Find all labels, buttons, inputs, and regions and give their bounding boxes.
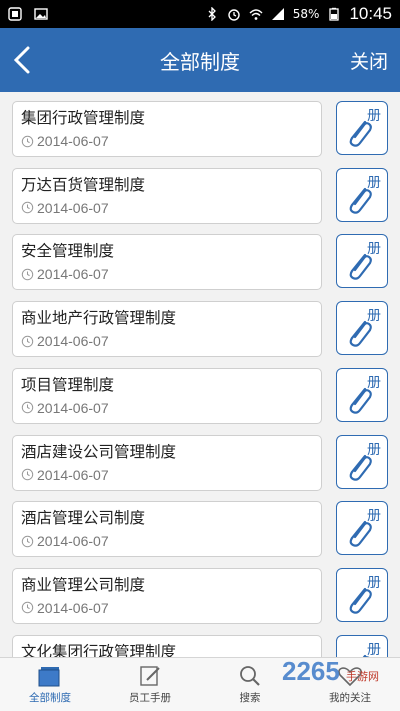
policy-date: 2014-06-07 — [37, 199, 109, 216]
clock-icon — [21, 602, 34, 614]
book-icon — [38, 667, 60, 687]
attachment-button[interactable]: 册 — [336, 101, 388, 155]
policy-title: 酒店管理公司制度 — [21, 509, 146, 528]
clock-icon — [21, 135, 34, 147]
paperclip-icon — [349, 521, 372, 547]
policy-date-row: 2014-06-07 — [21, 400, 313, 416]
policy-date-row: 2014-06-07 — [21, 467, 313, 483]
policy-card[interactable]: 酒店管理公司制度 2014-06-07 — [12, 501, 322, 558]
clock-time: 10:45 — [349, 4, 392, 23]
chevron-left-icon — [13, 46, 30, 74]
close-button[interactable]: 关闭 — [350, 47, 388, 74]
policy-date-row: 2014-06-07 — [21, 533, 313, 549]
policy-date: 2014-06-07 — [37, 399, 109, 416]
clock-icon — [21, 268, 34, 281]
policy-card[interactable]: 商业管理公司制度 2014-06-07 — [12, 567, 322, 624]
paperclip-icon — [349, 254, 372, 281]
list-item[interactable]: 商业管理公司制度 2014-06-07 册 — [12, 567, 390, 624]
list-item[interactable]: 酒店管理公司制度 2014-06-07 册 — [12, 501, 390, 558]
policy-card[interactable]: 商业地产行政管理制度 2014-06-07 — [12, 301, 322, 358]
policy-card[interactable]: 文化集团行政管理制度 — [12, 634, 322, 657]
tab-employee-handbook[interactable]: 员工手册 — [100, 658, 200, 711]
page-title: 全部制度 — [160, 49, 240, 74]
signal-icon — [271, 8, 284, 20]
paperclip-icon — [349, 320, 372, 347]
paperclip-icon — [349, 387, 372, 414]
policy-title: 项目管理制度 — [21, 375, 115, 394]
attachment-button[interactable]: 册 — [336, 567, 388, 622]
policy-date-row: 2014-06-07 — [21, 133, 313, 149]
policy-date: 2014-06-07 — [37, 333, 109, 350]
clock-icon — [21, 201, 34, 214]
policy-title: 安全管理制度 — [21, 242, 115, 261]
paperclip-icon — [349, 454, 372, 481]
search-icon — [240, 666, 260, 686]
clock-icon — [21, 402, 34, 414]
attachment-button[interactable]: 册 — [336, 634, 388, 657]
policy-card[interactable]: 安全管理制度 2014-06-07 — [12, 234, 322, 291]
policy-date-row: 2014-06-07 — [21, 200, 313, 216]
policy-card[interactable]: 万达百货管理制度 2014-06-07 — [12, 167, 322, 224]
back-button[interactable] — [0, 28, 44, 92]
attachment-button[interactable]: 册 — [336, 301, 388, 356]
policy-list[interactable]: 集团行政管理制度 2014-06-07 册万达百货管理制度 2014-06-07 册安全… — [0, 92, 400, 657]
attachment-button[interactable]: 册 — [336, 434, 388, 489]
policy-date-row: 2014-06-07 — [21, 333, 313, 349]
tab-all-policies[interactable]: 全部制度 — [0, 658, 100, 711]
clock-icon — [21, 535, 34, 547]
battery-icon — [329, 7, 340, 21]
attachment-button[interactable]: 册 — [336, 234, 388, 289]
clock-icon — [21, 468, 34, 481]
policy-date: 2014-06-07 — [37, 133, 109, 149]
tab-bar: 全部制度 员工手册 搜索 我的关注 — [0, 657, 400, 711]
list-item[interactable]: 安全管理制度 2014-06-07 册 — [12, 234, 390, 291]
image-icon — [34, 8, 48, 20]
policy-card[interactable]: 项目管理制度 2014-06-07 — [12, 367, 322, 424]
policy-title: 文化集团行政管理制度 — [21, 642, 177, 657]
policy-card[interactable]: 集团行政管理制度 2014-06-07 — [12, 101, 322, 157]
wifi-icon — [249, 9, 263, 20]
paperclip-icon — [362, 654, 371, 657]
policy-date: 2014-06-07 — [37, 266, 109, 283]
notification-icon — [8, 7, 22, 21]
policy-title: 商业地产行政管理制度 — [21, 309, 177, 328]
tab-label: 全部制度 — [29, 692, 71, 704]
policy-card[interactable]: 酒店建设公司管理制度 2014-06-07 — [12, 434, 322, 491]
tab-label: 我的关注 — [329, 692, 371, 704]
list-item[interactable]: 集团行政管理制度 2014-06-07 册 — [12, 101, 390, 157]
policy-date: 2014-06-07 — [37, 533, 109, 550]
bluetooth-icon — [208, 7, 216, 21]
policy-date-row: 2014-06-07 — [21, 266, 313, 282]
list-item[interactable]: 项目管理制度 2014-06-07 册 — [12, 367, 390, 424]
policy-title: 商业管理公司制度 — [21, 575, 146, 594]
battery-percent: 58% — [292, 7, 320, 21]
list-item[interactable]: 酒店建设公司管理制度 2014-06-07 册 — [12, 434, 390, 491]
status-bar: 58% 10:45 — [0, 0, 400, 28]
list-item[interactable]: 商业地产行政管理制度 2014-06-07 册 — [12, 301, 390, 358]
watermark-logo: 2265 — [282, 656, 340, 686]
pen-icon — [140, 666, 160, 686]
paperclip-icon — [349, 587, 372, 614]
list-item[interactable]: 文化集团行政管理制度 册 — [12, 634, 390, 657]
paperclip-icon — [349, 187, 372, 214]
list-item[interactable]: 万达百货管理制度 2014-06-07 册 — [12, 167, 390, 224]
attachment-button[interactable]: 册 — [336, 501, 388, 556]
nav-bar: 全部制度 关闭 — [0, 28, 400, 92]
attachment-button[interactable]: 册 — [336, 167, 388, 222]
paperclip-icon — [349, 120, 372, 147]
policy-date: 2014-06-07 — [37, 599, 109, 616]
attachment-button[interactable]: 册 — [336, 367, 388, 422]
policy-date-row: 2014-06-07 — [21, 600, 313, 616]
watermark-sub: 手游网 — [346, 670, 379, 683]
tab-label: 员工手册 — [129, 692, 171, 704]
alarm-icon — [228, 9, 240, 21]
policy-title: 酒店建设公司管理制度 — [21, 442, 177, 461]
policy-title: 万达百货管理制度 — [21, 175, 146, 194]
policy-title: 集团行政管理制度 — [21, 109, 146, 127]
tab-label: 搜索 — [239, 692, 261, 704]
policy-date: 2014-06-07 — [37, 466, 109, 483]
clock-icon — [21, 335, 34, 347]
